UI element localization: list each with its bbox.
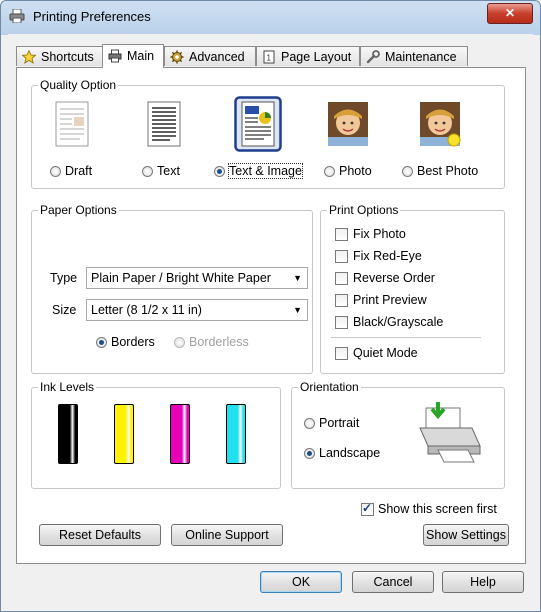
printer-icon <box>108 49 122 63</box>
tab-label: Main <box>127 49 155 63</box>
tab-label: Page Layout <box>281 50 352 64</box>
portrait-radio[interactable] <box>304 418 315 429</box>
printer-icon <box>9 9 25 23</box>
text-image-quality-icon[interactable] <box>234 96 282 152</box>
star-icon <box>22 50 36 64</box>
printing-preferences-window: Printing Preferences ✕ Shortcuts Main Ad… <box>0 0 541 612</box>
paper-type-select[interactable]: Plain Paper / Bright White Paper ▼ <box>86 267 308 289</box>
fix-photo-label[interactable]: Fix Photo <box>353 227 406 241</box>
quiet-mode-label[interactable]: Quiet Mode <box>353 346 418 360</box>
main-tab-panel: Quality Option Draft Text Text & Image P… <box>16 67 526 564</box>
photo-radio[interactable] <box>324 166 335 177</box>
window-title: Printing Preferences <box>33 9 151 24</box>
text-quality-icon[interactable] <box>144 99 184 149</box>
group-label: Print Options <box>327 203 401 217</box>
paper-size-select[interactable]: Letter (8 1/2 x 11 in) ▼ <box>86 299 308 321</box>
page-icon: 1 <box>263 50 275 64</box>
text-radio[interactable] <box>142 166 153 177</box>
dialog-body: Shortcuts Main Advanced 1 Page Layout Ma… <box>8 34 533 606</box>
cancel-button[interactable]: Cancel <box>352 571 434 593</box>
reverse-order-label[interactable]: Reverse Order <box>353 271 435 285</box>
print-preview-checkbox[interactable] <box>335 294 348 307</box>
tab-label: Advanced <box>189 50 245 64</box>
portrait-label[interactable]: Portrait <box>319 416 359 430</box>
fix-photo-checkbox[interactable] <box>335 228 348 241</box>
help-button[interactable]: Help <box>442 571 524 593</box>
landscape-label[interactable]: Landscape <box>319 446 380 460</box>
best-photo-label[interactable]: Best Photo <box>417 164 478 178</box>
print-options-group: Print Options Fix Photo Fix Red-Eye Reve… <box>320 203 505 374</box>
chevron-down-icon: ▼ <box>293 273 302 283</box>
tab-advanced[interactable]: Advanced <box>164 46 256 66</box>
landscape-radio[interactable] <box>304 448 315 459</box>
print-preview-label[interactable]: Print Preview <box>353 293 427 307</box>
quality-option-group: Quality Option Draft Text Text & Image P… <box>31 78 505 189</box>
borders-label[interactable]: Borders <box>111 335 155 349</box>
magenta-ink-bar <box>170 404 190 464</box>
tab-shortcuts[interactable]: Shortcuts <box>16 46 103 66</box>
yellow-ink-bar <box>114 404 134 464</box>
tab-main[interactable]: Main <box>102 44 164 68</box>
borderless-radio <box>174 337 185 348</box>
online-support-button[interactable]: Online Support <box>171 524 283 546</box>
paper-size-value: Letter (8 1/2 x 11 in) <box>91 303 202 317</box>
tab-maintenance[interactable]: Maintenance <box>360 46 468 66</box>
chevron-down-icon: ▼ <box>293 305 302 315</box>
draft-quality-icon[interactable] <box>52 99 92 149</box>
borders-radio[interactable] <box>96 337 107 348</box>
close-button[interactable]: ✕ <box>487 3 533 24</box>
group-label: Orientation <box>298 380 361 394</box>
draft-radio[interactable] <box>50 166 61 177</box>
draft-label[interactable]: Draft <box>65 164 92 178</box>
reverse-order-checkbox[interactable] <box>335 272 348 285</box>
best-photo-radio[interactable] <box>402 166 413 177</box>
group-label: Ink Levels <box>38 380 97 394</box>
black-grayscale-checkbox[interactable] <box>335 316 348 329</box>
orientation-group: Orientation Portrait Landscape <box>291 380 505 489</box>
text-image-radio[interactable] <box>214 166 225 177</box>
black-ink-bar <box>58 404 78 464</box>
separator <box>331 337 481 338</box>
fix-red-eye-label[interactable]: Fix Red-Eye <box>353 249 422 263</box>
fix-red-eye-checkbox[interactable] <box>335 250 348 263</box>
gear-icon <box>170 50 184 64</box>
tab-page-layout[interactable]: 1 Page Layout <box>256 46 360 66</box>
reset-defaults-button[interactable]: Reset Defaults <box>39 524 161 546</box>
size-label: Size <box>52 303 77 317</box>
show-screen-first-label[interactable]: Show this screen first <box>378 502 497 516</box>
photo-quality-icon[interactable] <box>326 99 370 149</box>
text-label[interactable]: Text <box>157 164 180 178</box>
paper-options-group: Paper Options Type Plain Paper / Bright … <box>31 203 313 374</box>
wrench-icon <box>366 50 380 64</box>
tab-label: Maintenance <box>385 50 457 64</box>
ok-button[interactable]: OK <box>260 571 342 593</box>
show-settings-button[interactable]: Show Settings <box>423 524 509 546</box>
group-label: Paper Options <box>38 203 119 217</box>
cyan-ink-bar <box>226 404 246 464</box>
ink-levels-group: Ink Levels <box>31 380 281 489</box>
landscape-printer-icon <box>419 402 481 463</box>
title-bar: Printing Preferences ✕ <box>1 1 540 33</box>
paper-type-value: Plain Paper / Bright White Paper <box>91 271 271 285</box>
group-label: Quality Option <box>38 78 119 92</box>
tab-label: Shortcuts <box>41 50 94 64</box>
svg-text:1: 1 <box>267 54 272 63</box>
type-label: Type <box>50 271 78 285</box>
best-photo-quality-icon[interactable] <box>418 99 462 149</box>
quiet-mode-checkbox[interactable] <box>335 347 348 360</box>
borderless-label: Borderless <box>189 335 249 349</box>
black-grayscale-label[interactable]: Black/Grayscale <box>353 315 443 329</box>
photo-label[interactable]: Photo <box>339 164 372 178</box>
show-screen-first-checkbox[interactable] <box>361 501 374 516</box>
text-image-label[interactable]: Text & Image <box>228 163 303 179</box>
